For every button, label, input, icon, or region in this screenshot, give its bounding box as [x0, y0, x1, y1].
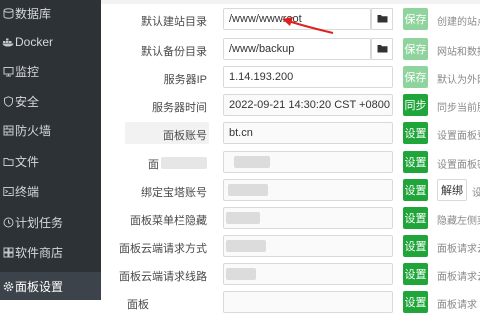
panel-password-field — [223, 151, 393, 173]
unbind-account-button[interactable]: 解绑 — [437, 179, 467, 201]
cloud-method-field — [223, 235, 393, 257]
sidebar-item-label: 计划任务 — [15, 215, 64, 230]
terminal-icon — [2, 185, 14, 197]
cloud-line-set-button[interactable]: 设置 — [403, 263, 428, 285]
setting-label: 面 — [148, 159, 159, 171]
setting-label: 绑定宝塔账号 — [141, 187, 207, 199]
blurred-value — [234, 156, 270, 168]
menu-hide-field — [223, 207, 393, 229]
shield-icon — [2, 95, 14, 107]
setting-hint: 面板请求云 — [437, 244, 480, 255]
setting-hint: 面板请求云 — [437, 272, 480, 283]
blurred-label — [161, 157, 207, 169]
sidebar-item-terminal[interactable]: 终端 — [0, 178, 101, 204]
menu-hide-set-button[interactable]: 设置 — [403, 207, 428, 229]
sidebar-item-label: Docker — [15, 35, 54, 49]
monitor-icon — [2, 65, 14, 77]
server-time-field: 2022-09-21 14:30:20 CST +0800 — [223, 94, 393, 116]
docker-icon — [2, 36, 14, 48]
setting-hint: 隐藏左侧菜 — [437, 216, 480, 227]
panel-account-set-button[interactable]: 设置 — [403, 122, 428, 144]
sidebar-item-firewall[interactable]: 防火墙 — [0, 117, 101, 143]
blurred-value — [228, 184, 268, 196]
panel-password-set-button[interactable]: 设置 — [403, 151, 428, 173]
setting-row-server-ip: 服务器IP 1.14.193.200 保存 默认为外网 — [101, 66, 480, 90]
blurred-value — [226, 240, 266, 252]
setting-hint: 设置面板密 — [437, 160, 480, 171]
sidebar: 数据库 Docker 监控 安全 防火墙 文件 终端 计划任务 软件商店 面板设… — [0, 0, 101, 300]
bind-account-field — [223, 179, 393, 201]
setting-label: 面板云端请求方式 — [119, 243, 207, 255]
setting-hint: 同步当前服 — [437, 103, 480, 114]
blurred-value — [226, 268, 256, 280]
sync-time-button[interactable]: 同步 — [403, 94, 428, 116]
sidebar-item-files[interactable]: 文件 — [0, 148, 101, 174]
sidebar-item-label: 终端 — [15, 184, 40, 199]
sidebar-item-cron[interactable]: 计划任务 — [0, 209, 101, 235]
setting-hint: 设 — [472, 188, 480, 199]
sidebar-item-label: 软件商店 — [15, 245, 64, 260]
database-icon — [2, 7, 14, 19]
sidebar-item-panel-settings[interactable]: 面板设置 — [0, 272, 101, 300]
sidebar-item-label: 文件 — [15, 154, 40, 169]
setting-label: 服务器时间 — [152, 102, 207, 114]
server-ip-save-button[interactable]: 保存 — [403, 66, 428, 88]
firewall-icon — [2, 124, 14, 136]
setting-label: 服务器IP — [163, 74, 207, 86]
setting-hint: 默认为外网 — [437, 75, 480, 86]
setting-label: 面板账号 — [163, 130, 207, 142]
cloud-line-field — [223, 263, 393, 285]
setting-row-partial: 面板 设置 面板请求 — [101, 291, 480, 315]
setting-row-bind-account: 绑定宝塔账号 设置 解绑 设 — [101, 179, 480, 203]
setting-row-server-time: 服务器时间 2022-09-21 14:30:20 CST +0800 同步 同… — [101, 94, 480, 118]
blurred-value — [226, 212, 260, 224]
sidebar-item-database[interactable]: 数据库 — [0, 0, 101, 26]
setting-row-menu-hide: 面板菜单栏隐藏 设置 隐藏左侧菜 — [101, 207, 480, 231]
sidebar-item-label: 面板设置 — [15, 279, 64, 294]
folder-icon — [2, 155, 14, 167]
panel-account-field: bt.cn — [223, 122, 393, 144]
setting-label: 面板 — [127, 299, 149, 311]
setting-hint: 设置面板登 — [437, 131, 480, 142]
sidebar-item-store[interactable]: 软件商店 — [0, 239, 101, 265]
sidebar-item-monitor[interactable]: 监控 — [0, 58, 101, 84]
setting-row-panel-password: 面 设置 设置面板密 — [101, 151, 480, 175]
sidebar-item-label: 安全 — [15, 94, 40, 109]
partial-field — [223, 291, 393, 313]
setting-row-panel-account: 面板账号 bt.cn 设置 设置面板登 — [101, 122, 480, 146]
gear-icon — [2, 280, 14, 292]
sidebar-item-label: 数据库 — [15, 6, 52, 21]
setting-hint: 面板请求 — [437, 300, 477, 311]
setting-label: 面板云端请求线路 — [119, 271, 207, 283]
partial-set-button[interactable]: 设置 — [403, 291, 428, 313]
store-icon — [2, 246, 14, 258]
setting-label: 面板菜单栏隐藏 — [130, 215, 207, 227]
sidebar-item-docker[interactable]: Docker — [0, 29, 101, 55]
cloud-method-set-button[interactable]: 设置 — [403, 235, 428, 257]
annotation-arrow — [282, 17, 334, 34]
setting-row-cloud-method: 面板云端请求方式 设置 面板请求云 — [101, 235, 480, 259]
settings-panel: 默认建站目录 /www/wwwroot 保存 创建的站点 默认备份目录 /www… — [101, 0, 480, 313]
sidebar-item-label: 防火墙 — [15, 123, 52, 138]
server-ip-input[interactable]: 1.14.193.200 — [223, 66, 393, 88]
sidebar-item-security[interactable]: 安全 — [0, 88, 101, 114]
bind-account-set-button[interactable]: 设置 — [403, 179, 428, 201]
sidebar-item-label: 监控 — [15, 64, 40, 79]
setting-row-cloud-line: 面板云端请求线路 设置 面板请求云 — [101, 263, 480, 287]
clock-icon — [2, 216, 14, 228]
